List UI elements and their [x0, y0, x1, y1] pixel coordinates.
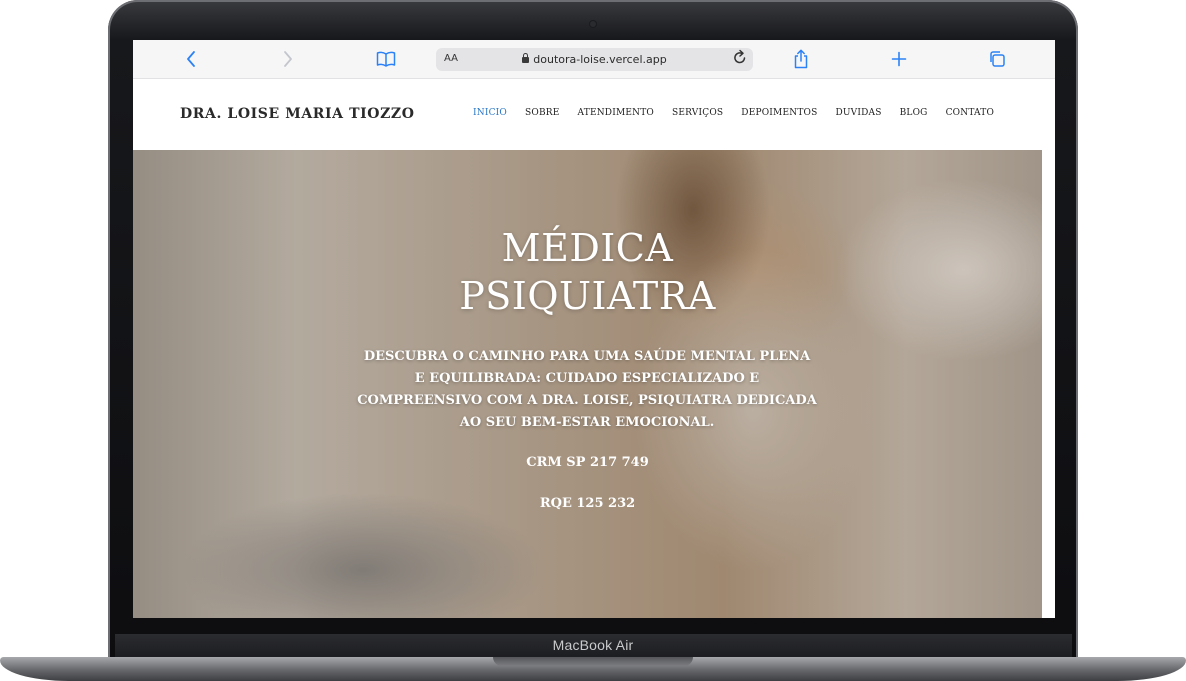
laptop-hinge-notch — [493, 657, 693, 666]
nav-link-servicos[interactable]: SERVIÇOS — [672, 108, 723, 118]
back-button[interactable] — [181, 48, 201, 70]
hero-section: MÉDICA PSIQUIATRA DESCUBRA O CAMINHO PAR… — [133, 150, 1042, 618]
nav-link-depoimentos[interactable]: DEPOIMENTOS — [741, 108, 817, 118]
hero-title-line-2: PSIQUIATRA — [459, 274, 716, 318]
book-icon — [376, 51, 396, 67]
chevron-left-icon — [187, 51, 195, 67]
hero-title: MÉDICA PSIQUIATRA — [133, 224, 1042, 320]
nav-link-contato[interactable]: CONTATO — [946, 108, 994, 118]
share-icon — [794, 49, 808, 69]
laptop-screen: AA doutora-loise.vercel.app DRA. LOISE M… — [133, 40, 1055, 618]
nav-link-inicio[interactable]: INICIO — [473, 108, 507, 118]
address-bar[interactable]: AA doutora-loise.vercel.app — [436, 48, 753, 71]
tabs-button[interactable] — [987, 48, 1007, 70]
url-display: doutora-loise.vercel.app — [436, 53, 753, 66]
share-button[interactable] — [792, 48, 810, 70]
nav-link-atendimento[interactable]: ATENDIMENTO — [578, 108, 654, 118]
nav-link-blog[interactable]: BLOG — [900, 108, 928, 118]
nav-link-duvidas[interactable]: DUVIDAS — [835, 108, 881, 118]
bookmarks-button[interactable] — [374, 48, 398, 70]
url-text: doutora-loise.vercel.app — [533, 53, 667, 66]
lock-icon — [522, 53, 530, 63]
plus-icon — [891, 51, 907, 67]
site-header: DRA. LOISE MARIA TIOZZO INICIO SOBRE ATE… — [133, 79, 1055, 150]
camera-icon — [590, 21, 596, 27]
new-tab-button[interactable] — [889, 48, 909, 70]
reload-button[interactable] — [733, 49, 747, 69]
rqe-number: RQE 125 232 — [539, 496, 636, 511]
tabs-icon — [990, 51, 1005, 67]
crm-number: CRM SP 217 749 — [526, 455, 649, 470]
device-model-label: MacBook Air — [552, 637, 634, 653]
chevron-right-icon — [284, 51, 292, 67]
main-navigation: INICIO SOBRE ATENDIMENTO SERVIÇOS DEPOIM… — [473, 108, 1012, 118]
forward-button[interactable] — [278, 48, 298, 70]
site-brand[interactable]: DRA. LOISE MARIA TIOZZO — [180, 106, 415, 122]
hero-title-line-1: MÉDICA — [501, 226, 674, 270]
reload-icon — [734, 49, 746, 64]
hero-description: DESCUBRA O CAMINHO PARA UMA SAÚDE MENTAL… — [357, 349, 817, 430]
safari-toolbar: AA doutora-loise.vercel.app — [133, 40, 1055, 79]
nav-link-sobre[interactable]: SOBRE — [525, 108, 560, 118]
